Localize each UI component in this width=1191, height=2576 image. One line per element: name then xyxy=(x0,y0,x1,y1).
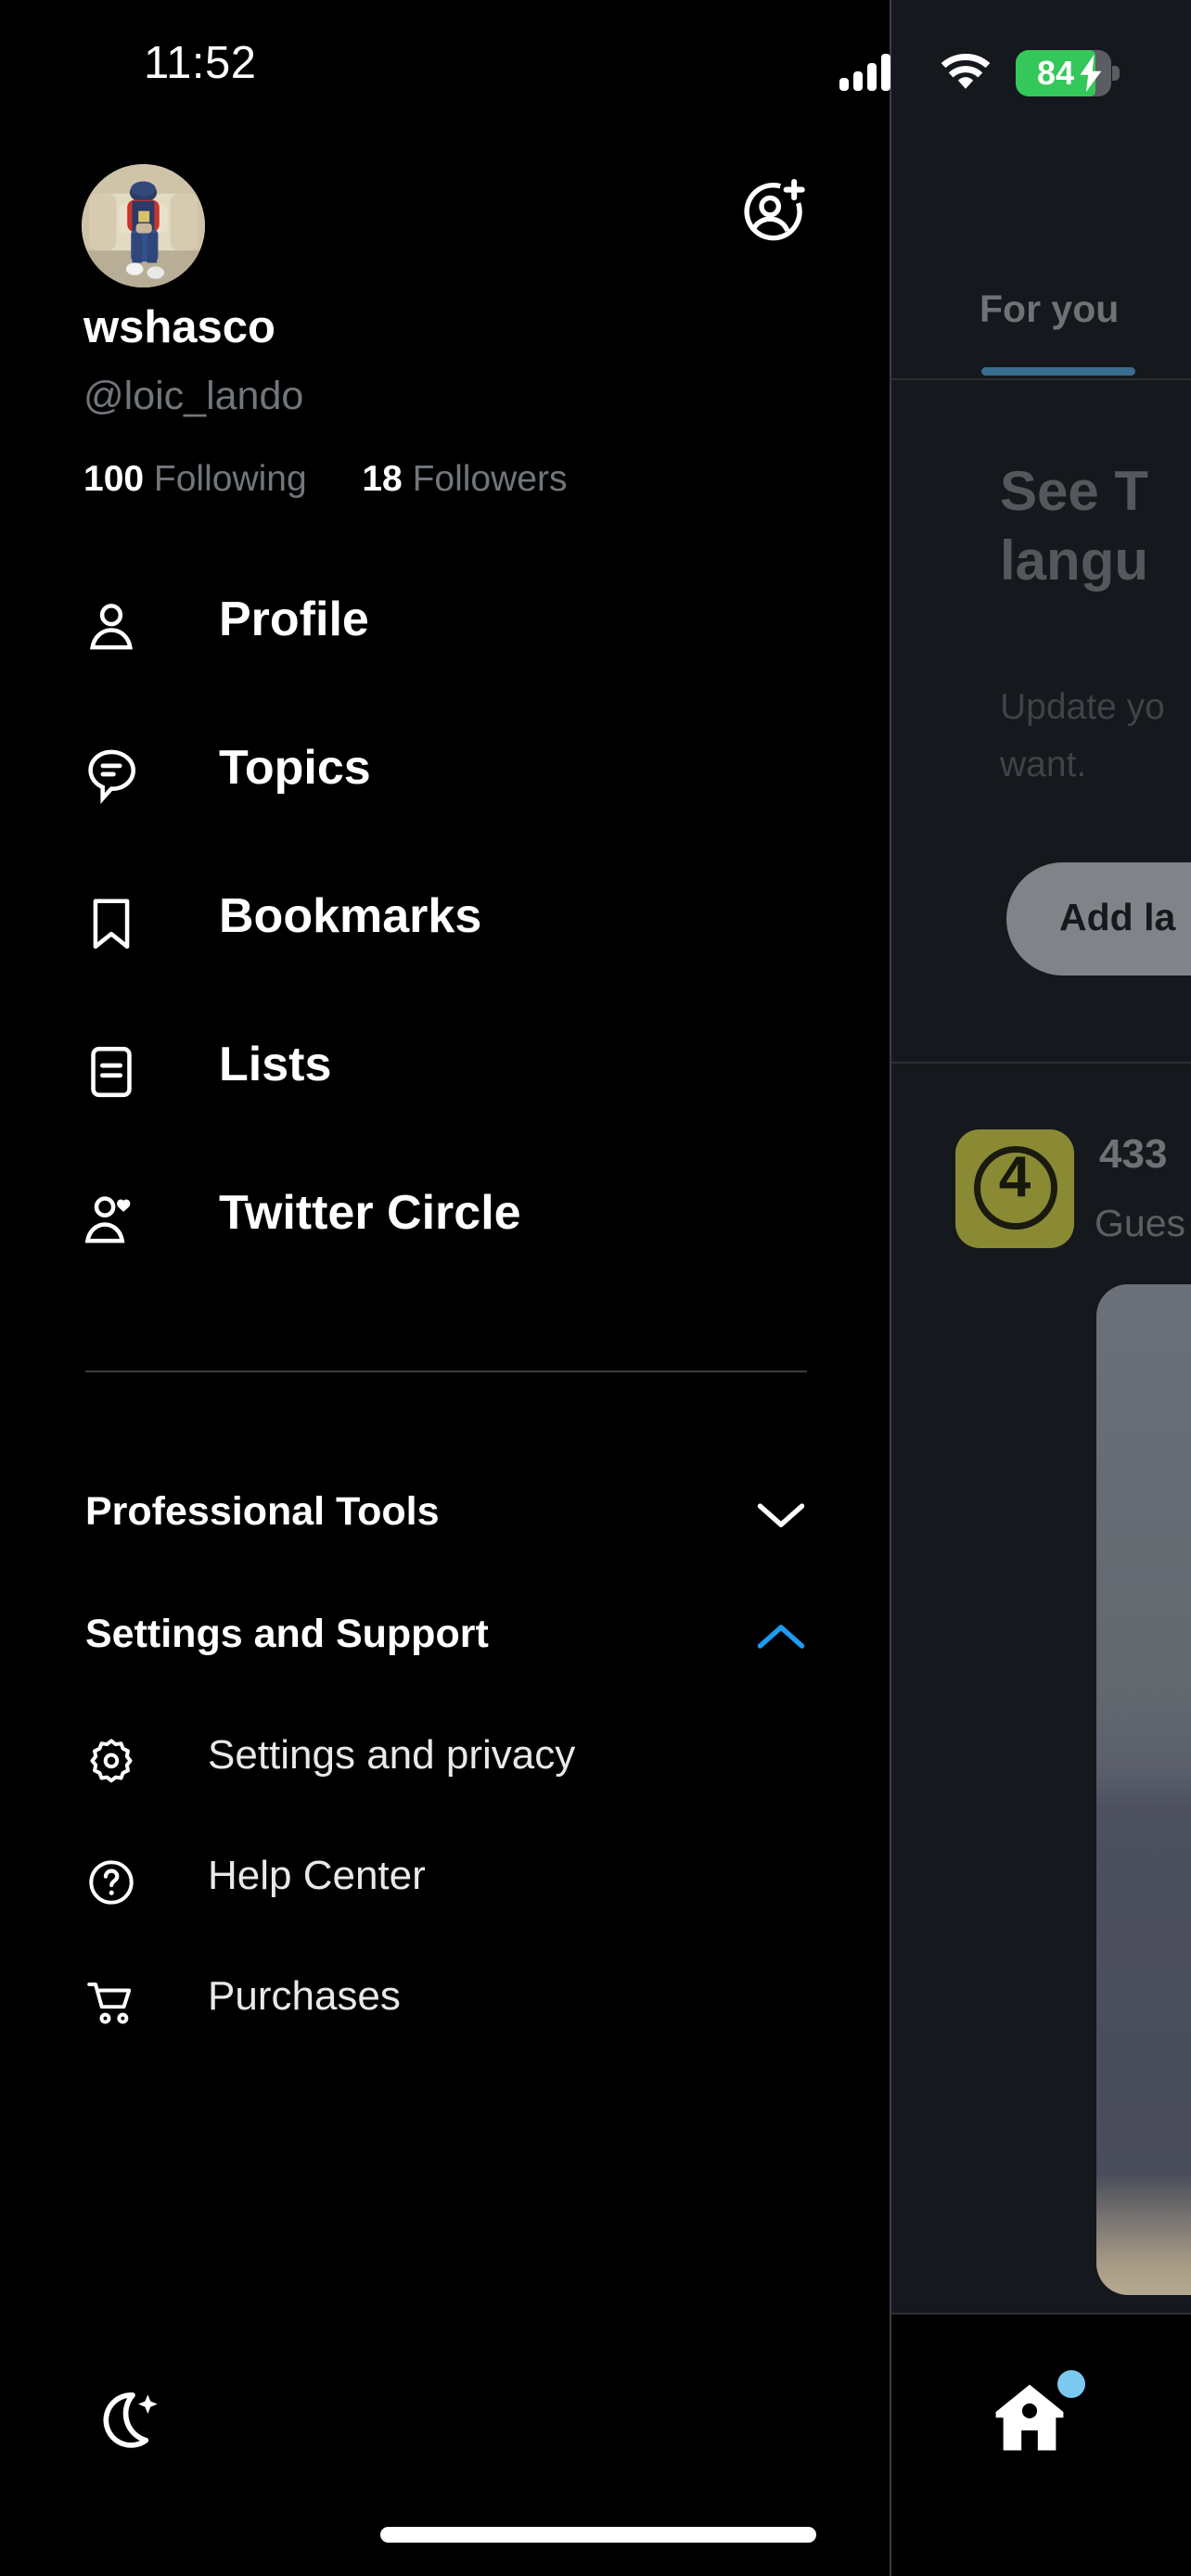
sub-item-settings-and-privacy-label: Settings and privacy xyxy=(208,1732,576,1778)
drawer-item-twitter-circle-label: Twitter Circle xyxy=(219,1186,521,1240)
sub-item-purchases[interactable]: Purchases xyxy=(85,1973,809,2057)
wifi-icon xyxy=(941,53,991,89)
user-handle: @loic_lando xyxy=(83,374,304,418)
charging-bolt-icon xyxy=(1080,55,1102,92)
tab-for-you[interactable]: For you xyxy=(980,287,1119,331)
side-drawer: 11:52 84 wshasco @loic_lando 100 Followi… xyxy=(0,0,1120,2576)
sub-item-help-center[interactable]: Help Center xyxy=(85,1853,809,1936)
gear-icon xyxy=(90,1739,133,1783)
add-account-icon[interactable] xyxy=(738,176,809,247)
follow-stats: 100 Following 18 Followers xyxy=(83,459,567,500)
section-settings-and-support-label: Settings and Support xyxy=(85,1612,489,1656)
drawer-item-topics[interactable]: Topics xyxy=(82,734,842,835)
drawer-item-twitter-circle[interactable]: Twitter Circle xyxy=(82,1180,842,1280)
drawer-item-profile-label: Profile xyxy=(219,593,369,646)
user-avatar-image xyxy=(82,164,205,287)
promo-subtext: Update yo want. xyxy=(1000,687,1165,784)
sub-item-help-center-label: Help Center xyxy=(208,1853,426,1898)
section-settings-and-support[interactable]: Settings and Support xyxy=(85,1612,809,1686)
drawer-item-profile[interactable]: Profile xyxy=(82,586,842,686)
post-author-name[interactable]: 433 xyxy=(1099,1131,1167,1178)
sub-item-purchases-label: Purchases xyxy=(208,1973,401,2019)
promo-headline: See T langu xyxy=(1000,460,1149,592)
followers-label[interactable]: Followers xyxy=(413,459,568,499)
question-circle-icon xyxy=(89,1860,134,1905)
post-media-thumbnail[interactable] xyxy=(1096,1284,1191,2295)
drawer-item-topics-label: Topics xyxy=(219,741,371,795)
drawer-item-lists-label: Lists xyxy=(219,1038,332,1091)
signal-bars-icon xyxy=(839,54,890,91)
drawer-item-lists[interactable]: Lists xyxy=(82,1031,842,1131)
section-professional-tools-label: Professional Tools xyxy=(85,1489,440,1534)
following-count[interactable]: 100 xyxy=(83,459,144,499)
lists-icon xyxy=(91,1046,132,1098)
chevron-up-icon[interactable] xyxy=(753,1617,809,1656)
home-indicator xyxy=(380,2527,816,2543)
shopping-cart-icon xyxy=(87,1982,132,2024)
following-label[interactable]: Following xyxy=(154,459,307,499)
person-icon xyxy=(90,604,133,650)
timeline-separator xyxy=(890,1062,1191,1064)
section-professional-tools[interactable]: Professional Tools xyxy=(85,1489,809,1563)
drawer-item-bookmarks[interactable]: Bookmarks xyxy=(82,883,842,983)
display-name[interactable]: wshasco xyxy=(83,301,275,353)
status-bar-time: 11:52 xyxy=(144,38,257,88)
moon-sparkle-icon[interactable] xyxy=(88,2385,162,2459)
person-heart-icon xyxy=(84,1196,131,1243)
drawer-item-bookmarks-label: Bookmarks xyxy=(219,889,482,943)
phone-screen: For you See T langu Update yo want. Add … xyxy=(0,0,1191,2576)
avatar[interactable] xyxy=(82,164,205,287)
post-avatar[interactable]: 4 xyxy=(955,1129,1074,1248)
add-language-button-label: Add la xyxy=(1059,896,1176,938)
avatar-badge-number: 4 xyxy=(998,1145,1031,1209)
drawer-divider xyxy=(85,1371,807,1372)
bookmark-icon xyxy=(93,899,130,950)
home-notification-dot xyxy=(1057,2370,1085,2398)
background-bottom-nav xyxy=(890,2313,1191,2576)
chevron-down-icon[interactable] xyxy=(753,1495,809,1534)
followers-count[interactable]: 18 xyxy=(362,459,402,499)
tab-active-underline xyxy=(981,367,1135,376)
battery-charging-icon: 84 xyxy=(1016,50,1120,96)
topics-bubble-icon xyxy=(88,749,136,804)
post-author-handle[interactable]: Gues xyxy=(1095,1202,1185,1245)
sub-item-settings-and-privacy[interactable]: Settings and privacy xyxy=(85,1732,809,1816)
